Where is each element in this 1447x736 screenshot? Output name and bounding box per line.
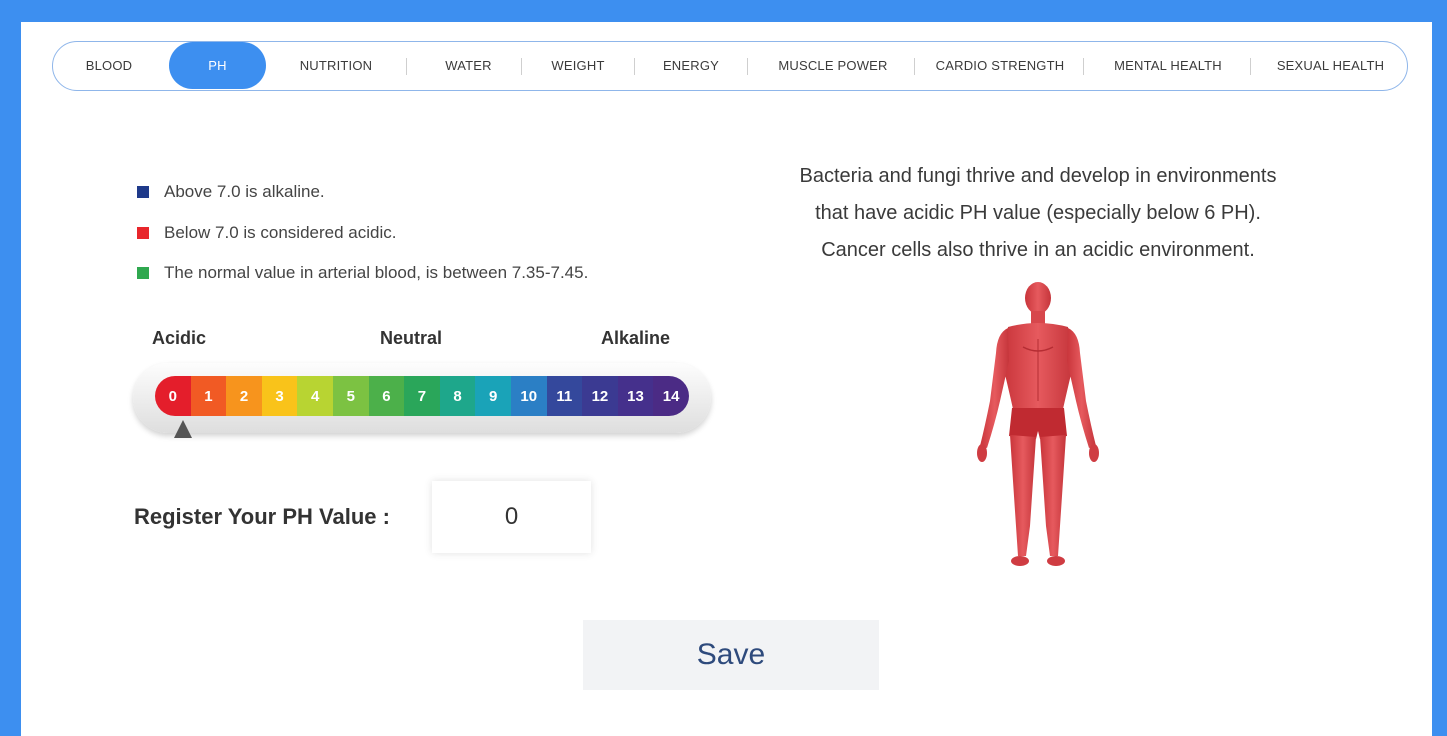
ph-scale-cell[interactable]: 6 <box>368 376 405 416</box>
tab-mental-health[interactable]: MENTAL HEALTH <box>1088 42 1248 89</box>
ph-scale-cell[interactable]: 8 <box>439 376 476 416</box>
legend-swatch-green <box>137 267 149 279</box>
ph-scale-cell[interactable]: 0 <box>155 376 191 416</box>
tab-divider <box>914 58 915 75</box>
scale-label-alkaline: Alkaline <box>601 328 671 348</box>
ph-scale-cell[interactable]: 12 <box>582 376 618 416</box>
ph-scale-cell[interactable]: 11 <box>546 376 583 416</box>
tab-divider <box>634 58 635 75</box>
ph-pointer-icon[interactable] <box>174 420 192 438</box>
tab-muscle-power[interactable]: MUSCLE POWER <box>753 42 913 89</box>
scale-label-acidic: Acidic <box>152 328 207 348</box>
tab-weight[interactable]: WEIGHT <box>523 42 633 89</box>
tab-divider <box>406 58 407 75</box>
info-text: Bacteria and fungi thrive and develop in… <box>743 158 1333 269</box>
human-body-icon <box>977 282 1099 566</box>
legend-text: The normal value in arterial blood, is b… <box>164 263 589 282</box>
category-tab-bar: BLOOD PH NUTRITION WATER WEIGHT ENERGY M… <box>52 41 1408 91</box>
ph-scale-cell[interactable]: 7 <box>404 376 440 416</box>
ph-value-input[interactable] <box>432 481 591 553</box>
register-ph-label: Register Your PH Value : <box>134 504 390 529</box>
ph-scale-cell[interactable]: 9 <box>475 376 511 416</box>
legend-text: Below 7.0 is considered acidic. <box>164 223 397 242</box>
tab-ph[interactable]: PH <box>169 42 266 89</box>
legend-swatch-red <box>137 227 149 239</box>
save-button[interactable]: Save <box>583 620 879 690</box>
info-line: Bacteria and fungi thrive and develop in… <box>799 165 1277 187</box>
legend-swatch-blue <box>137 186 149 198</box>
legend-text: Above 7.0 is alkaline. <box>164 182 325 201</box>
tab-energy[interactable]: ENERGY <box>636 42 746 89</box>
tab-divider <box>1083 58 1084 75</box>
tab-nutrition[interactable]: NUTRITION <box>281 42 391 89</box>
ph-scale-cell[interactable]: 1 <box>190 376 227 416</box>
ph-scale-cell[interactable]: 13 <box>617 376 654 416</box>
main-panel: BLOOD PH NUTRITION WATER WEIGHT ENERGY M… <box>21 22 1432 736</box>
tab-divider <box>747 58 748 75</box>
ph-scale-bar[interactable]: 0 1 2 3 4 5 6 7 8 9 10 11 12 13 14 <box>155 376 689 416</box>
ph-scale-cell[interactable]: 5 <box>332 376 369 416</box>
tab-water[interactable]: WATER <box>416 42 521 89</box>
ph-scale-cell[interactable]: 3 <box>261 376 298 416</box>
tab-divider <box>1250 58 1251 75</box>
ph-scale-cell[interactable]: 10 <box>510 376 547 416</box>
tab-divider <box>521 58 522 75</box>
tab-sexual-health[interactable]: SEXUAL HEALTH <box>1258 42 1403 89</box>
ph-scale-cell[interactable]: 2 <box>226 376 262 416</box>
info-line: that have acidic PH value (especially be… <box>815 202 1261 224</box>
tab-cardio-strength[interactable]: CARDIO STRENGTH <box>918 42 1082 89</box>
tab-blood[interactable]: BLOOD <box>71 42 147 89</box>
ph-scale-cell[interactable]: 4 <box>297 376 333 416</box>
scale-label-neutral: Neutral <box>380 328 443 348</box>
info-line: Cancer cells also thrive in an acidic en… <box>821 239 1255 261</box>
